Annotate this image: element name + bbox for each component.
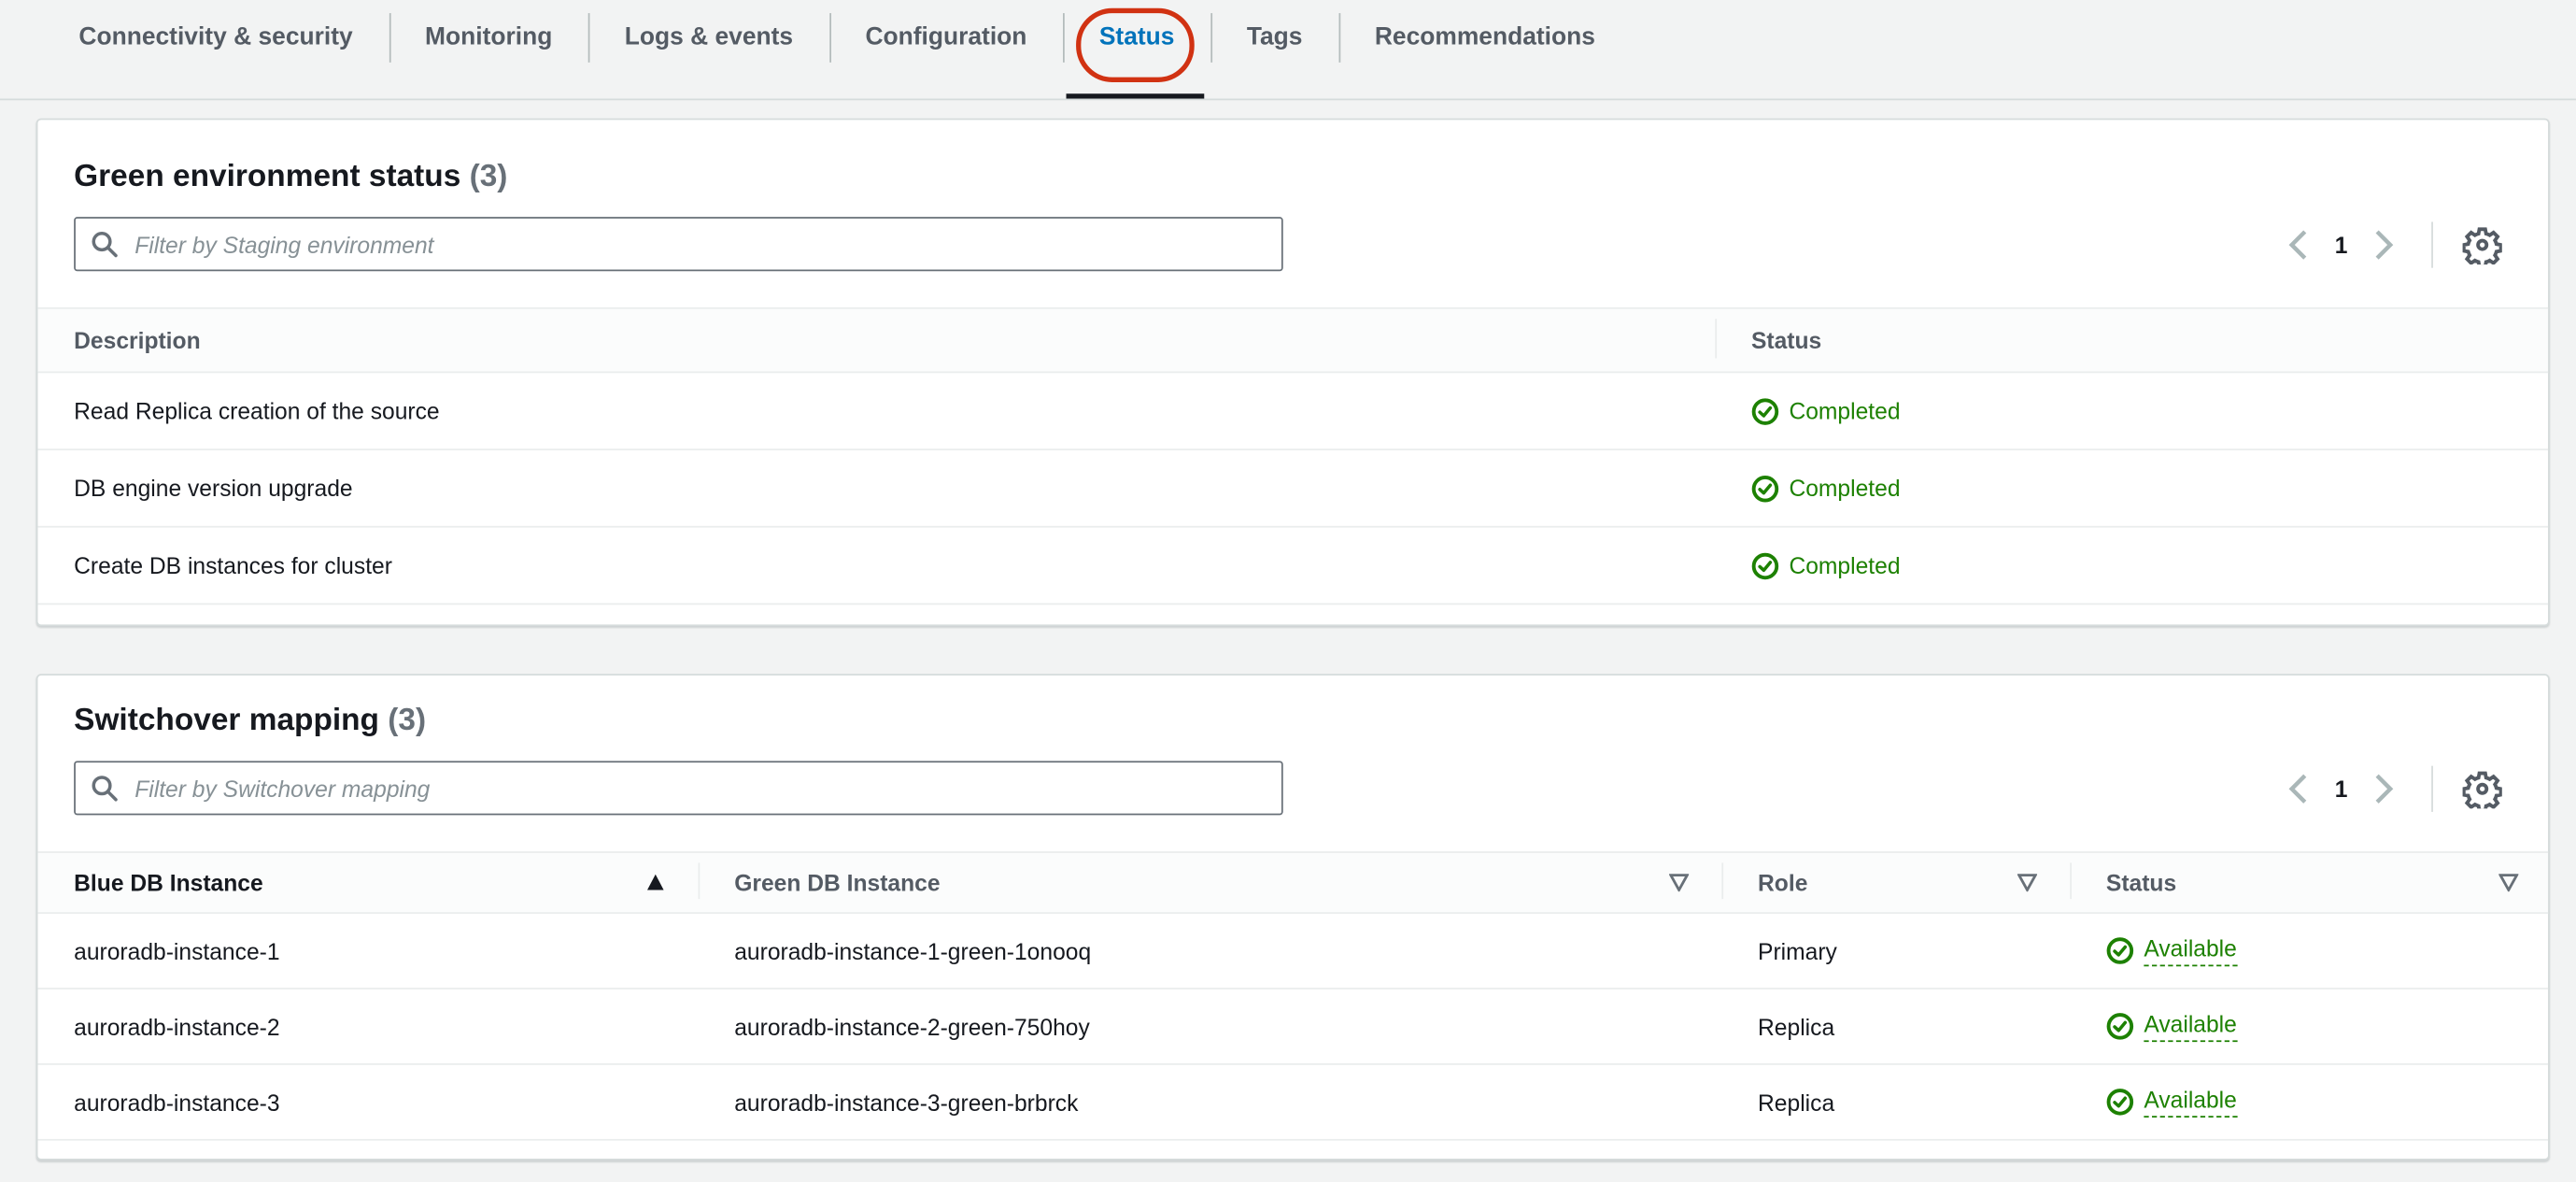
status-link[interactable]: Available <box>2144 1087 2237 1118</box>
sortable-icon <box>1669 874 1690 892</box>
switchover-filter <box>74 761 1283 816</box>
tab-configuration[interactable]: Configuration <box>828 2 1063 74</box>
column-label: Role <box>1758 869 1808 896</box>
description-cell: Read Replica creation of the source <box>74 397 440 424</box>
current-page-number[interactable]: 1 <box>2335 231 2348 257</box>
detail-tabs: Connectivity & security Monitoring Logs … <box>0 0 2576 101</box>
status-cell: Completed <box>1715 450 2551 526</box>
tab-status[interactable]: Status <box>1063 2 1210 99</box>
column-label: Blue DB Instance <box>74 869 263 896</box>
blue-db-instance-cell: auroradb-instance-1 <box>74 937 280 964</box>
table-header-row: Blue DB Instance Green DB Instance Role <box>37 851 2551 914</box>
status-cell: Available <box>2070 914 2551 988</box>
blue-db-instance-cell: auroradb-instance-3 <box>74 1089 280 1116</box>
column-header-description: Description <box>74 327 201 354</box>
sortable-icon <box>2498 874 2519 892</box>
preferences-button[interactable] <box>2462 224 2502 264</box>
chevron-left-icon <box>2288 229 2307 259</box>
chevron-right-icon <box>2375 229 2394 259</box>
tab-logs-and-events[interactable]: Logs & events <box>588 2 829 74</box>
panel-toolbar: 1 <box>37 743 2548 816</box>
green-environment-status-panel: Green environment status (3) 1 <box>35 118 2551 627</box>
switchover-filter-input[interactable] <box>74 761 1283 816</box>
table-row: DB engine version upgrade Completed <box>37 450 2551 528</box>
status-cell: Completed <box>1715 528 2551 604</box>
status-text: Completed <box>1789 475 1901 502</box>
tab-tags[interactable]: Tags <box>1210 2 1338 74</box>
check-circle-icon <box>2106 1013 2134 1040</box>
panel-title: Switchover mapping (3) <box>37 676 2548 743</box>
status-text: Completed <box>1789 551 1901 579</box>
table-row: Read Replica creation of the source Comp… <box>37 373 2551 450</box>
column-label: Status <box>2105 869 2177 896</box>
toolbar-divider <box>2431 764 2433 812</box>
status-cell: Available <box>2070 990 2551 1063</box>
column-header-green-db-instance[interactable]: Green DB Instance <box>698 853 1722 912</box>
status-cell: Completed <box>1715 373 2551 449</box>
table-header-row: Description Status <box>37 306 2551 374</box>
check-circle-icon <box>1751 475 1779 502</box>
green-environment-status-table: Description Status Read Replica creation… <box>37 306 2551 605</box>
green-db-instance-cell: auroradb-instance-2-green-750hoy <box>734 1013 1090 1040</box>
staging-filter <box>74 217 1283 272</box>
description-cell: Create DB instances for cluster <box>74 551 392 579</box>
tab-status-label: Status <box>1098 22 1175 51</box>
column-label: Green DB Instance <box>734 869 941 896</box>
sort-ascending-icon <box>647 874 664 890</box>
status-link[interactable]: Available <box>2144 935 2237 967</box>
table-row: auroradb-instance-2 auroradb-instance-2-… <box>37 990 2551 1065</box>
preferences-button[interactable] <box>2462 768 2502 808</box>
toolbar-divider <box>2431 221 2433 267</box>
next-page-button[interactable] <box>2374 228 2396 261</box>
role-cell: Replica <box>1758 1089 1835 1116</box>
tab-connectivity-and-security[interactable]: Connectivity & security <box>43 2 389 74</box>
chevron-right-icon <box>2375 773 2394 804</box>
table-row: auroradb-instance-3 auroradb-instance-3-… <box>37 1065 2551 1141</box>
panel-title: Green environment status (3) <box>37 120 2548 198</box>
previous-page-button[interactable] <box>2287 228 2309 261</box>
gear-icon <box>2462 770 2502 808</box>
rds-blue-green-detail-page: Connectivity & security Monitoring Logs … <box>0 0 2576 1182</box>
panel-toolbar: 1 <box>37 199 2548 272</box>
pagination-controls: 1 <box>2287 764 2502 812</box>
description-cell: DB engine version upgrade <box>74 475 353 502</box>
status-link[interactable]: Available <box>2144 1011 2237 1043</box>
check-circle-icon <box>2106 1089 2134 1116</box>
green-db-instance-cell: auroradb-instance-3-green-brbrck <box>734 1089 1079 1116</box>
column-header-status[interactable]: Status <box>2070 853 2551 912</box>
switchover-mapping-table: Blue DB Instance Green DB Instance Role <box>37 851 2551 1141</box>
current-page-number[interactable]: 1 <box>2335 775 2348 801</box>
sortable-icon <box>2017 874 2038 892</box>
gear-icon <box>2462 226 2502 264</box>
tab-recommendations[interactable]: Recommendations <box>1338 2 1631 74</box>
column-header-status: Status <box>1715 309 2551 372</box>
staging-filter-input[interactable] <box>74 217 1283 272</box>
table-row: auroradb-instance-1 auroradb-instance-1-… <box>37 914 2551 990</box>
column-header-role[interactable]: Role <box>1721 853 2070 912</box>
chevron-left-icon <box>2288 773 2307 804</box>
role-cell: Primary <box>1758 937 1837 964</box>
switchover-mapping-panel: Switchover mapping (3) 1 <box>35 674 2551 1161</box>
tab-monitoring[interactable]: Monitoring <box>389 2 588 74</box>
panel-count-badge: (3) <box>388 703 427 738</box>
pagination-controls: 1 <box>2287 221 2502 267</box>
role-cell: Replica <box>1758 1013 1835 1040</box>
check-circle-icon <box>2106 937 2134 964</box>
next-page-button[interactable] <box>2374 772 2396 805</box>
blue-db-instance-cell: auroradb-instance-2 <box>74 1013 280 1040</box>
status-cell: Available <box>2070 1065 2551 1139</box>
panel-count-badge: (3) <box>469 159 508 194</box>
column-header-blue-db-instance[interactable]: Blue DB Instance <box>37 853 698 912</box>
panel-title-text: Green environment status <box>74 159 461 194</box>
previous-page-button[interactable] <box>2287 772 2309 805</box>
table-row: Create DB instances for cluster Complete… <box>37 528 2551 605</box>
green-db-instance-cell: auroradb-instance-1-green-1onooq <box>734 937 1092 964</box>
status-text: Completed <box>1789 397 1901 424</box>
check-circle-icon <box>1751 397 1779 424</box>
check-circle-icon <box>1751 551 1779 579</box>
panel-title-text: Switchover mapping <box>74 703 379 738</box>
